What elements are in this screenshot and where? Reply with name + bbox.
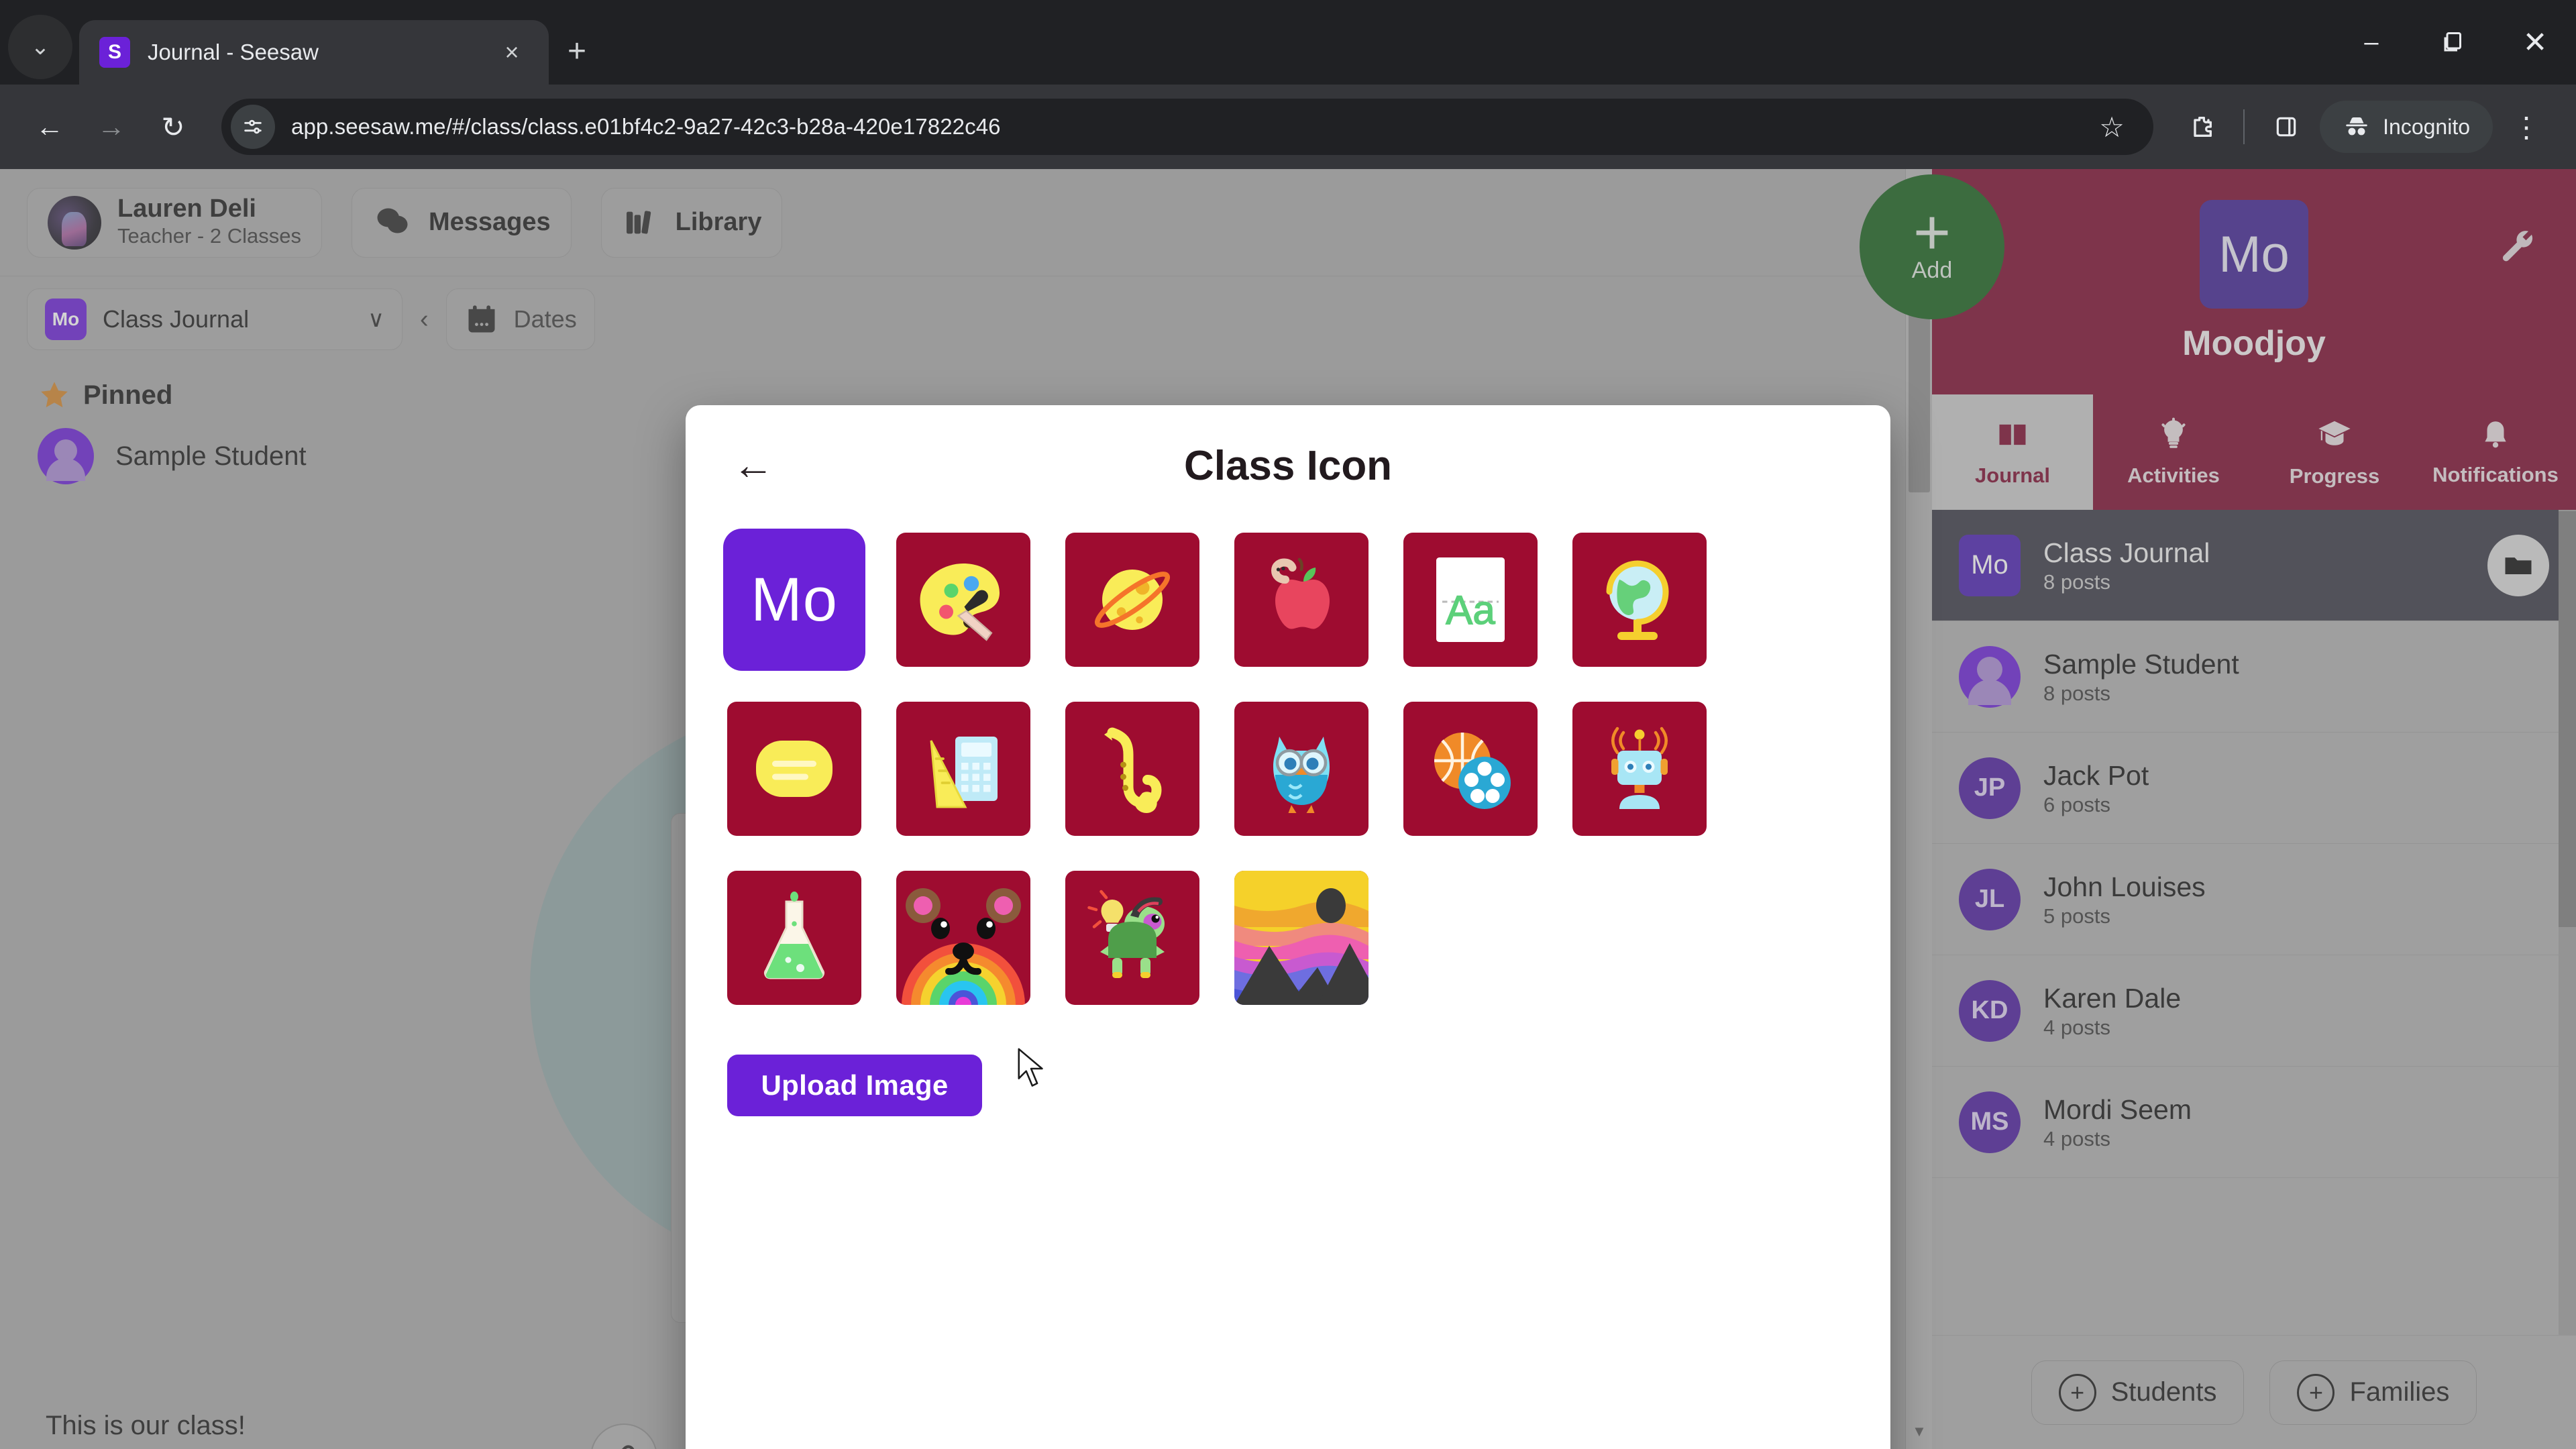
icon-option-rainbow-bear[interactable] (896, 871, 1030, 1005)
mountain-sunset-icon (1234, 871, 1368, 1005)
incognito-profile-chip[interactable]: Incognito (2320, 101, 2493, 153)
icon-option-saxophone[interactable] (1065, 702, 1199, 836)
toolbar-divider (2243, 109, 2245, 144)
icon-option-globe[interactable] (1572, 533, 1707, 667)
modal-title: Class Icon (1183, 442, 1393, 489)
icon-option-speech-bubble[interactable] (727, 702, 861, 836)
upload-image-button[interactable]: Upload Image (727, 1055, 982, 1116)
icon-option-turtle-lightbulb[interactable] (1065, 871, 1199, 1005)
tab-title: Journal - Seesaw (148, 40, 319, 64)
icon-option-current-class-initials[interactable]: Mo (727, 533, 861, 667)
browser-menu-icon[interactable]: ⋮ (2498, 99, 2555, 155)
omnibox-actions: ☆ (2084, 99, 2144, 155)
planet-icon (1094, 570, 1171, 630)
icon-option-paint-palette[interactable] (896, 533, 1030, 667)
window-controls: – ✕ (2330, 0, 2576, 85)
flask-icon (764, 892, 824, 979)
browser-toolbar: ← → ↻ app.seesaw.me/#/class/class.e01bf4… (0, 85, 2576, 169)
globe-icon (1606, 560, 1669, 640)
tab-search-icon[interactable]: ⌄ (8, 15, 72, 79)
rainbow-bear-icon (902, 888, 1025, 1005)
owl-icon (1273, 737, 1330, 813)
url-text[interactable]: app.seesaw.me/#/class/class.e01bf4c2-9a2… (291, 114, 1001, 140)
icon-option-letters-aa[interactable]: Aa (1403, 533, 1538, 667)
paint-palette-icon (920, 564, 1000, 641)
sports-balls-icon (1434, 733, 1511, 809)
modal-header: ← Class Icon (686, 405, 1890, 526)
forward-icon[interactable]: → (83, 99, 140, 155)
incognito-icon (2346, 117, 2367, 136)
back-icon[interactable]: ← (21, 99, 78, 155)
close-window-button[interactable]: ✕ (2494, 0, 2576, 85)
minimize-button[interactable]: – (2330, 0, 2412, 85)
icon-option-mountain-sunset[interactable] (1234, 871, 1368, 1005)
letters-aa-icon: Aa (1436, 557, 1505, 642)
site-settings-icon[interactable] (231, 105, 275, 149)
svg-text:Aa: Aa (1446, 588, 1495, 633)
close-tab-icon[interactable]: × (495, 38, 529, 66)
profile-label: Incognito (2383, 114, 2470, 139)
saxophone-icon (1104, 727, 1162, 813)
icon-option-planet[interactable] (1065, 533, 1199, 667)
browser-window: ⌄ S Journal - Seesaw × + – ✕ ← → ↻ app.s… (0, 0, 2576, 1449)
tab-strip: ⌄ S Journal - Seesaw × + – ✕ (0, 0, 2576, 85)
icon-option-flask[interactable] (727, 871, 861, 1005)
speech-bubble-icon (756, 741, 833, 797)
ruler-calculator-icon (930, 737, 998, 808)
mouse-cursor (1018, 1048, 1043, 1087)
icon-option-robot[interactable] (1572, 702, 1707, 836)
seesaw-favicon-icon: S (99, 37, 130, 68)
class-initials-label: Mo (751, 565, 838, 634)
bookmark-star-icon[interactable]: ☆ (2084, 99, 2140, 155)
upload-section: Upload Image (686, 1005, 1890, 1116)
robot-icon (1611, 727, 1668, 809)
icon-option-ruler-calculator[interactable] (896, 702, 1030, 836)
icon-option-sports-balls[interactable] (1403, 702, 1538, 836)
class-icon-modal: ← Class Icon Mo Aa Upload Image (686, 405, 1890, 1449)
page-viewport: Lauren Deli Teacher - 2 Classes Messages (0, 169, 2576, 1449)
maximize-button[interactable] (2412, 0, 2494, 85)
turtle-lightbulb-icon (1087, 890, 1165, 978)
icon-grid: Mo Aa (686, 526, 1890, 1005)
browser-tab[interactable]: S Journal - Seesaw × (79, 20, 549, 85)
icon-option-owl[interactable] (1234, 702, 1368, 836)
icon-option-apple-worm[interactable] (1234, 533, 1368, 667)
side-panel-icon[interactable] (2258, 99, 2314, 155)
apple-worm-icon (1271, 557, 1330, 629)
extensions-icon[interactable] (2174, 99, 2230, 155)
address-bar[interactable]: app.seesaw.me/#/class/class.e01bf4c2-9a2… (221, 99, 2154, 155)
reload-icon[interactable]: ↻ (145, 99, 201, 155)
new-tab-button[interactable]: + (568, 33, 586, 70)
